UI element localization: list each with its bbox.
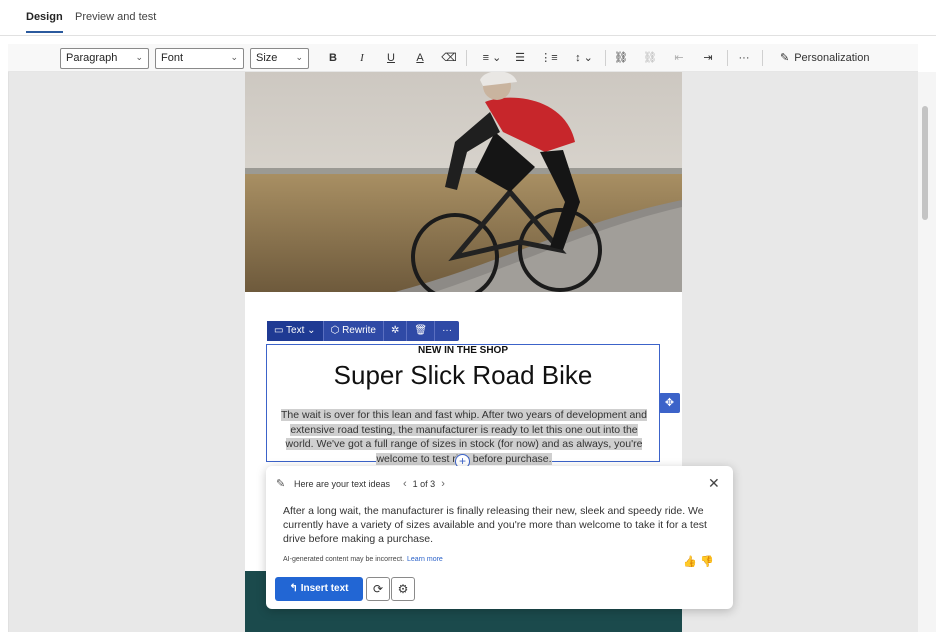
personalization-label: Personalization <box>794 52 870 64</box>
tab-bar: Design Preview and test <box>0 0 936 36</box>
learn-more-link[interactable]: Learn more <box>407 556 443 563</box>
toolbar-divider <box>466 50 467 66</box>
insert-text-label: Insert text <box>300 583 349 594</box>
unlink-icon[interactable]: ⛓ <box>641 49 659 67</box>
clear-format-icon[interactable]: ⌫ <box>440 49 458 67</box>
scrollbar-thumb[interactable] <box>922 106 928 220</box>
chevron-down-icon: ⌄ <box>135 52 143 62</box>
line-spacing-button[interactable]: ↕ ⌄ <box>570 49 598 67</box>
block-toolbar: ▭ Text ⌄ ⬡ Rewrite ✲ 🗑 ··· <box>267 321 460 341</box>
text-block-type-button[interactable]: ▭ Text ⌄ <box>267 321 324 341</box>
link-icon[interactable]: ⛓ <box>612 49 630 67</box>
ai-disclaimer-text: AI-generated content may be incorrect. <box>283 556 405 563</box>
align-button[interactable]: ≡ ⌄ <box>478 49 506 67</box>
font-select[interactable]: Font ⌄ <box>155 48 244 69</box>
bullet-list-icon[interactable]: ☰ <box>511 49 529 67</box>
chevron-down-icon: ⌄ <box>230 52 238 62</box>
thumbs-down-icon[interactable]: 👎 <box>700 555 714 568</box>
ai-disclaimer: AI-generated content may be incorrect. Le… <box>283 556 443 563</box>
delete-icon[interactable]: 🗑 <box>407 321 436 341</box>
insert-text-button[interactable]: ↰ Insert text <box>275 577 363 601</box>
italic-button[interactable]: I <box>353 49 371 67</box>
move-handle-icon[interactable]: ✥ <box>659 393 680 413</box>
bold-button[interactable]: B <box>324 49 342 67</box>
toolbar-divider <box>727 50 728 66</box>
eyebrow-text[interactable]: NEW IN THE SHOP <box>266 345 660 356</box>
close-icon[interactable]: ✕ <box>708 475 720 492</box>
styles-icon[interactable]: ✲ <box>384 321 408 341</box>
ideas-header: Here are your text ideas <box>294 479 391 489</box>
next-idea-button[interactable]: › <box>441 478 445 490</box>
toolbar-divider <box>605 50 606 66</box>
text-ideas-panel: ✎ Here are your text ideas ‹ 1 of 3 › ✕ Af… <box>266 466 733 609</box>
paragraph-select-value: Paragraph <box>66 52 118 64</box>
text-type-label: Text <box>286 325 305 336</box>
size-select-value: Size <box>256 52 278 64</box>
toolbar-divider <box>762 50 763 66</box>
formatting-toolbar: Paragraph ⌄ Font ⌄ Size ⌄ B I U A ⌫ ≡ ⌄ … <box>8 44 918 72</box>
paragraph-style-select[interactable]: Paragraph ⌄ <box>60 48 149 69</box>
thumbs-up-icon[interactable]: 👍 <box>683 555 697 568</box>
personalization-button[interactable]: ✎ Personalization <box>780 51 869 64</box>
indent-icon[interactable]: ⇥ <box>699 49 717 67</box>
font-color-button[interactable]: A <box>411 49 429 67</box>
headline-text[interactable]: Super Slick Road Bike <box>266 360 660 391</box>
personalization-icon: ✎ <box>780 52 790 64</box>
tab-design[interactable]: Design <box>26 11 63 33</box>
block-more-button[interactable]: ··· <box>435 321 459 341</box>
rewrite-label: Rewrite <box>342 325 376 336</box>
hero-image-cyclist[interactable] <box>245 72 682 292</box>
ideas-page-count: 1 of 3 <box>412 479 436 489</box>
adjust-settings-icon[interactable]: ⚙ <box>391 577 415 601</box>
ideas-pager: ‹ 1 of 3 › <box>397 478 451 490</box>
tab-preview-and-test[interactable]: Preview and test <box>75 11 156 23</box>
chevron-down-icon: ⌄ <box>295 52 303 62</box>
more-options-button[interactable]: ··· <box>735 49 753 67</box>
font-select-value: Font <box>161 52 184 64</box>
refresh-icon[interactable]: ⟳ <box>366 577 390 601</box>
rewrite-button[interactable]: ⬡ Rewrite <box>324 321 384 341</box>
underline-button[interactable]: U <box>382 49 400 67</box>
outdent-icon[interactable]: ⇤ <box>670 49 688 67</box>
pencil-icon: ✎ <box>276 478 286 490</box>
numbered-list-icon[interactable]: ⋮≡ <box>540 49 558 67</box>
previous-idea-button[interactable]: ‹ <box>403 478 407 490</box>
suggested-text: After a long wait, the manufacturer is f… <box>283 505 707 546</box>
size-select[interactable]: Size ⌄ <box>250 48 309 69</box>
